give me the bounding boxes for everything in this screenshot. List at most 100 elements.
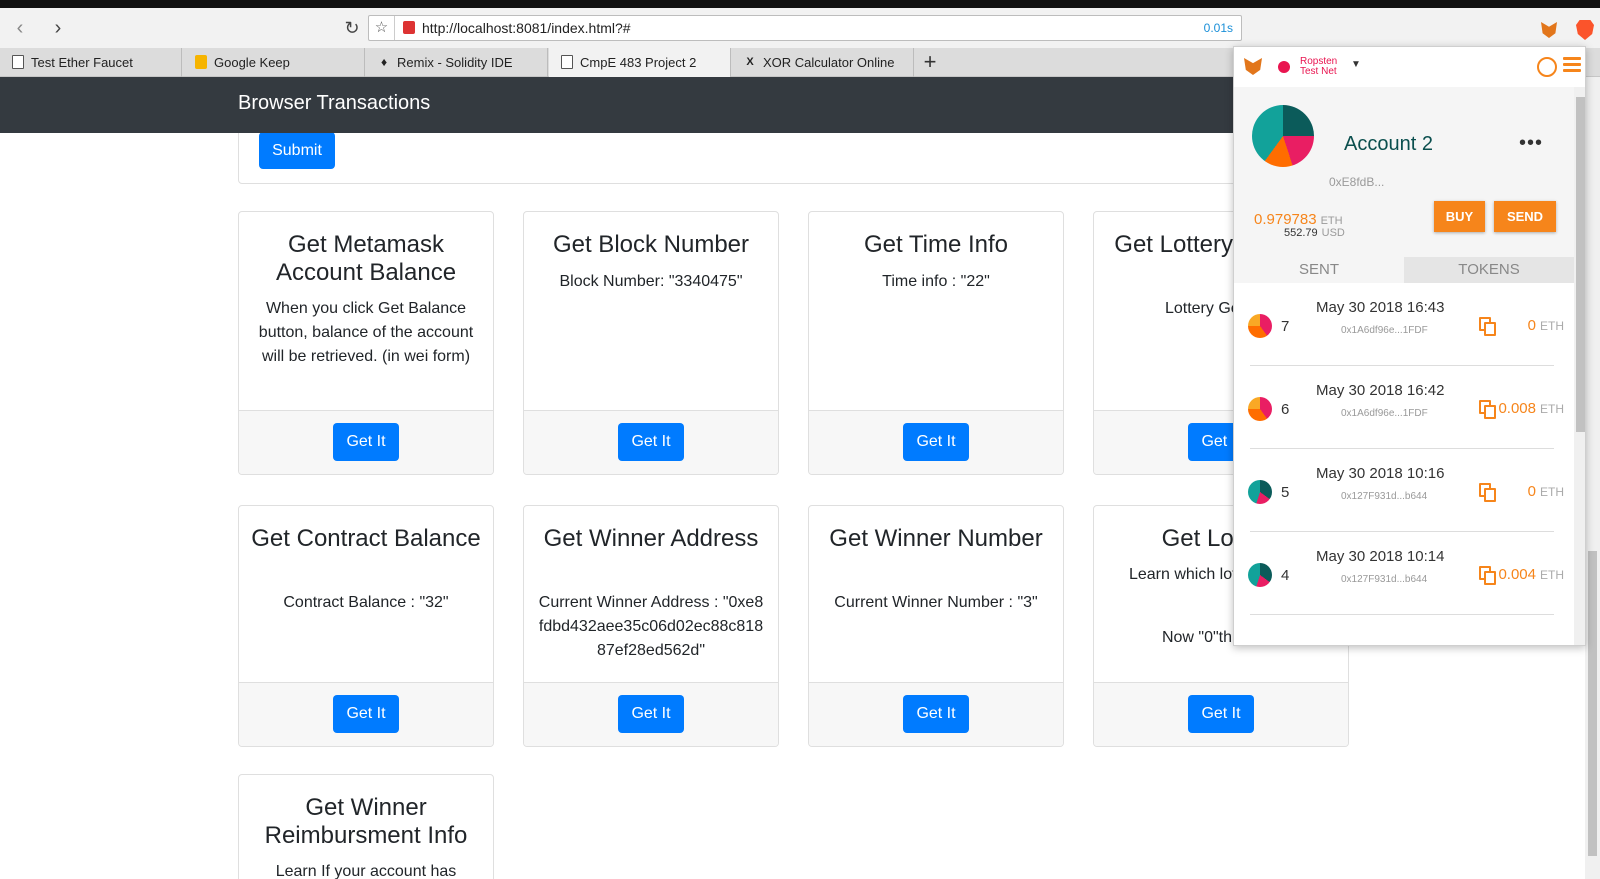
address-bar[interactable]: ☆ http://localhost:8081/index.html?# 0.0… xyxy=(368,15,1242,41)
transaction-row[interactable]: 6 May 30 2018 16:42 0x1A6df96e...1FDF 0.… xyxy=(1234,366,1574,449)
get-it-button[interactable]: Get It xyxy=(1188,695,1254,733)
account-name[interactable]: Account 2 xyxy=(1344,133,1433,156)
transaction-hash[interactable]: 0x1A6df96e...1FDF xyxy=(1341,408,1428,419)
page-scrollbar-thumb[interactable] xyxy=(1588,551,1597,856)
card-title: Get Winner Address xyxy=(543,525,759,552)
card-title: Get Winner Reimbursment Info xyxy=(264,794,468,849)
transaction-identicon xyxy=(1248,397,1272,421)
account-switch-icon[interactable] xyxy=(1537,57,1557,77)
copy-icon-front xyxy=(1484,405,1496,419)
transaction-nonce: 4 xyxy=(1281,567,1290,584)
card-footer: Get It xyxy=(1094,682,1348,746)
usd-unit: USD xyxy=(1321,227,1345,239)
tab-google-keep[interactable]: Google Keep xyxy=(183,48,365,77)
bookmark-star-icon[interactable]: ☆ xyxy=(369,16,395,40)
card-metamask-balance: Get Metamask Account Balance When you cl… xyxy=(238,211,494,475)
transaction-hash[interactable]: 0x127F931d...b644 xyxy=(1341,491,1427,502)
keep-icon xyxy=(195,55,207,69)
get-it-button[interactable]: Get It xyxy=(903,423,969,461)
get-it-button[interactable]: Get It xyxy=(903,695,969,733)
usd-balance-value: 552.79 xyxy=(1284,227,1318,239)
card-contract-balance: Get Contract Balance Contract Balance : … xyxy=(238,505,494,747)
back-icon[interactable]: ‹ xyxy=(8,16,32,40)
account-identicon[interactable] xyxy=(1252,105,1314,167)
metamask-extension-icon[interactable] xyxy=(1541,22,1557,38)
eth-unit: ETH xyxy=(1320,215,1343,227)
amount-unit: ETH xyxy=(1540,319,1564,333)
divider xyxy=(1250,614,1554,615)
transaction-nonce: 6 xyxy=(1281,401,1290,418)
transaction-row[interactable]: 7 May 30 2018 16:43 0x1A6df96e...1FDF 0E… xyxy=(1234,283,1574,366)
tab-label: Test Ether Faucet xyxy=(31,55,133,70)
card-title: Get Contract Balance xyxy=(251,525,481,552)
submit-button[interactable]: Submit xyxy=(259,132,335,169)
xor-icon: X xyxy=(746,56,754,68)
amount-value: 0 xyxy=(1527,483,1536,500)
reload-icon[interactable]: ↻ xyxy=(340,16,364,40)
get-it-button[interactable]: Get It xyxy=(618,423,684,461)
forward-icon[interactable]: › xyxy=(46,16,70,40)
card-text: Time info : "22" xyxy=(882,273,990,290)
card-footer: Get It xyxy=(239,682,493,746)
transaction-date: May 30 2018 16:42 xyxy=(1316,382,1445,399)
copy-icon-front xyxy=(1484,322,1496,336)
url-text[interactable]: http://localhost:8081/index.html?# xyxy=(422,20,631,36)
transaction-date: May 30 2018 10:16 xyxy=(1316,465,1445,482)
amount-value: 0 xyxy=(1527,317,1536,334)
tab-tokens[interactable]: TOKENS xyxy=(1404,257,1574,283)
brave-shield-icon[interactable] xyxy=(1576,20,1594,40)
insecure-lock-icon[interactable] xyxy=(403,21,415,34)
metamask-tabs: SENT TOKENS xyxy=(1234,257,1574,283)
tab-remix[interactable]: ♦ Remix - Solidity IDE xyxy=(366,48,548,77)
transaction-amount: 0.008 ETH xyxy=(1498,400,1564,417)
transaction-amount: 0.004 ETH xyxy=(1498,566,1564,583)
tab-sent[interactable]: SENT xyxy=(1234,257,1404,283)
tab-label: Google Keep xyxy=(214,55,290,70)
tab-xor-calculator[interactable]: X XOR Calculator Online xyxy=(732,48,914,77)
get-it-button[interactable]: Get It xyxy=(618,695,684,733)
send-button[interactable]: SEND xyxy=(1494,201,1556,232)
transaction-hash[interactable]: 0x1A6df96e...1FDF xyxy=(1341,325,1428,336)
get-it-button[interactable]: Get It xyxy=(333,695,399,733)
transaction-row[interactable]: 4 May 30 2018 10:14 0x127F931d...b644 0.… xyxy=(1234,532,1574,615)
card-winner-reimbursment: Get Winner Reimbursment Info Learn If yo… xyxy=(238,774,494,879)
network-selector[interactable]: Ropsten Test Net xyxy=(1300,57,1350,77)
amount-unit: ETH xyxy=(1540,402,1564,416)
browser-toolbar: ‹ › ↻ ☆ http://localhost:8081/index.html… xyxy=(0,8,1600,48)
card-text: Current Winner Number : "3" xyxy=(834,594,1038,611)
card-winner-address: Get Winner Address Current Winner Addres… xyxy=(523,505,779,747)
more-options-icon[interactable]: ••• xyxy=(1519,132,1543,155)
tab-test-ether-faucet[interactable]: Test Ether Faucet xyxy=(0,48,182,77)
amount-value: 0.004 xyxy=(1498,566,1536,583)
metamask-scrollbar-thumb[interactable] xyxy=(1576,97,1585,432)
transaction-amount: 0 ETH xyxy=(1528,483,1564,500)
card-block-number: Get Block Number Block Number: "3340475"… xyxy=(523,211,779,475)
transaction-identicon xyxy=(1248,563,1272,587)
navbar-brand[interactable]: Browser Transactions xyxy=(238,92,430,115)
transaction-identicon xyxy=(1248,314,1272,338)
amount-unit: ETH xyxy=(1540,568,1564,582)
page-scrollbar[interactable] xyxy=(1585,77,1600,879)
tab-label: CmpE 483 Project 2 xyxy=(580,55,697,70)
card-footer: Get It xyxy=(809,410,1063,474)
card-text: Contract Balance : "32" xyxy=(283,594,449,611)
card-text: Block Number: "3340475" xyxy=(559,273,743,290)
network-status-dot-icon xyxy=(1278,61,1290,73)
new-tab-plus-icon[interactable]: + xyxy=(918,50,942,74)
metamask-scrollbar[interactable] xyxy=(1574,87,1585,645)
remix-icon: ♦ xyxy=(380,55,388,69)
get-it-button[interactable]: Get It xyxy=(333,423,399,461)
account-address[interactable]: 0xE8fdB... xyxy=(1329,175,1384,189)
metamask-header: Ropsten Test Net ▼ xyxy=(1234,47,1585,87)
window-top-strip xyxy=(0,0,1600,8)
chevron-down-icon[interactable]: ▼ xyxy=(1351,59,1361,70)
buy-button[interactable]: BUY xyxy=(1434,201,1485,232)
transaction-row[interactable]: 5 May 30 2018 10:16 0x127F931d...b644 0E… xyxy=(1234,449,1574,532)
hamburger-menu-icon[interactable] xyxy=(1563,57,1581,73)
card-footer: Get It xyxy=(239,410,493,474)
transaction-hash[interactable]: 0x127F931d...b644 xyxy=(1341,574,1427,585)
transaction-date: May 30 2018 16:43 xyxy=(1316,299,1445,316)
tab-cmpe-483-project-2[interactable]: CmpE 483 Project 2 xyxy=(549,48,731,77)
screen: ‹ › ↻ ☆ http://localhost:8081/index.html… xyxy=(0,0,1600,879)
transaction-identicon xyxy=(1248,480,1272,504)
